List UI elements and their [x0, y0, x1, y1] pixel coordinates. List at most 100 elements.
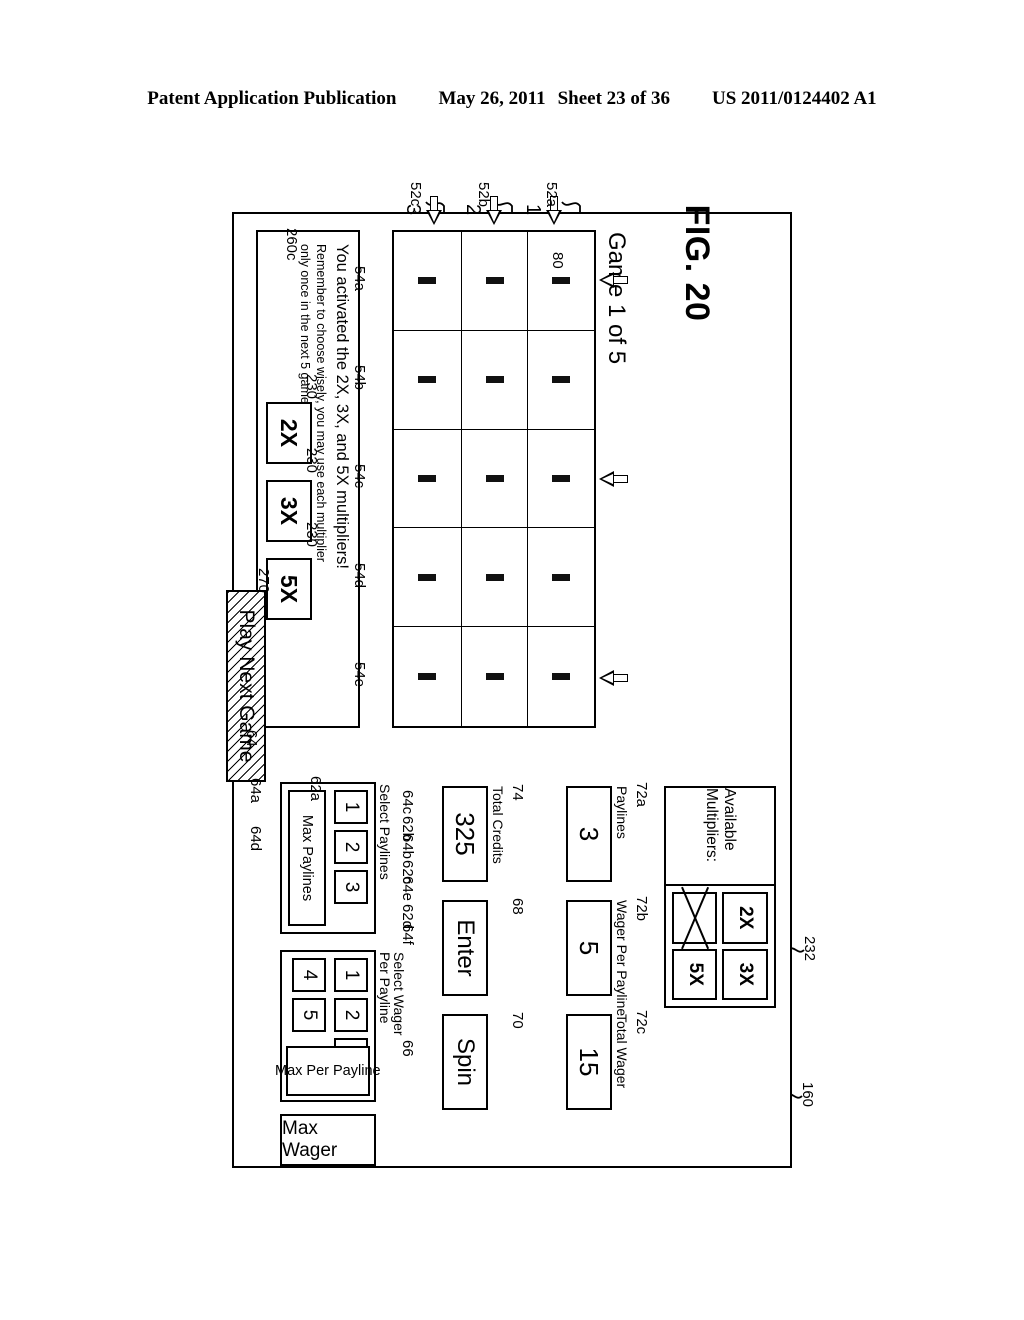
wager-per-payline-readout: Wager Per Payline 5 [566, 900, 630, 1016]
select-payline-button-2[interactable]: 2 [334, 830, 368, 864]
figure-label: FIG. 20 [678, 204, 716, 322]
ref-54b: 54b [351, 365, 368, 391]
reel-grid[interactable] [392, 230, 596, 728]
bar-symbol-icon [485, 474, 504, 482]
select-wager-label: Select Wager Per Payline [377, 952, 408, 1036]
bar-symbol-icon [485, 573, 504, 581]
bar-symbol-icon [552, 573, 571, 581]
ref-260c: 260c [283, 228, 300, 261]
wager-per-payline-readout-label: Wager Per Payline [614, 900, 630, 1017]
bar-symbol-icon [485, 673, 504, 681]
ref-68: 68 [509, 898, 526, 915]
reel-cell [527, 528, 594, 628]
ref-160: 160 [799, 1082, 816, 1108]
ref-232: 232 [801, 936, 818, 962]
reel-cell [527, 627, 594, 726]
ref-52b: 52b [475, 182, 492, 208]
ref-64b: 64b [399, 834, 416, 860]
max-wager-label: Max Wager [282, 1118, 338, 1161]
ref-64a: 64a [247, 778, 264, 804]
max-per-payline-button[interactable]: Max Per Payline [275, 1046, 381, 1096]
available-multiplier-5x: 5X [672, 948, 718, 1000]
total-wager-readout-label: Total Wager [614, 1014, 630, 1089]
message-headline: You activated the 2X, 3X, and 5X multipl… [333, 244, 351, 570]
play-next-game-button[interactable]: Play Next Game [226, 590, 266, 782]
total-credits-readout-label: Total Credits [490, 786, 506, 864]
ref-74: 74 [509, 784, 526, 801]
ref-64e: 64e [399, 876, 416, 902]
ref-54e: 54e [351, 662, 368, 688]
select-wager-label-line1: Select Wager [391, 952, 408, 1036]
ref-66: 66 [399, 1040, 416, 1057]
ref-230-c: 230 [303, 522, 320, 548]
bar-symbol-icon [552, 673, 571, 681]
ref-54d: 54d [351, 563, 368, 589]
reel-cell [394, 232, 461, 331]
bar-symbol-icon [418, 277, 437, 285]
ref-52c: 52c [407, 182, 424, 207]
bar-symbol-icon [552, 376, 571, 384]
select-paylines-group: Select Paylines 1 2 3 Max Paylines [280, 782, 393, 934]
ref-64d: 64d [247, 826, 264, 852]
ref-230-a: 230 [303, 374, 320, 400]
reel-cell [394, 627, 461, 726]
payline-arrow-icon [426, 196, 442, 226]
bar-symbol-icon [552, 277, 571, 285]
ref-64f: 64f [399, 924, 416, 945]
select-payline-button-3[interactable]: 3 [334, 870, 368, 904]
bar-symbol-icon [418, 673, 437, 681]
select-payline-button-1[interactable]: 1 [334, 790, 368, 824]
bar-symbol-icon [552, 474, 571, 482]
reel-cell [460, 232, 528, 331]
ref-72a: 72a [633, 782, 650, 808]
total-credits-readout: Total Credits 325 [442, 786, 506, 882]
select-wager-button-5[interactable]: 5 [292, 998, 326, 1032]
paylines-readout: Paylines 3 [566, 786, 630, 882]
reel-column-arrow-icon [598, 471, 628, 487]
available-multipliers-panel: Available Multipliers: 2X 3X 5X [664, 786, 776, 1008]
ref-72c: 72c [633, 1010, 650, 1035]
reel-column-arrow-icon [598, 670, 628, 686]
ref-64: 64 [243, 730, 260, 747]
select-wager-button-2[interactable]: 2 [334, 998, 368, 1032]
reel-cell [460, 528, 528, 628]
ref-52a: 52a [543, 182, 560, 208]
bar-symbol-icon [418, 376, 437, 384]
reel-cell [527, 232, 594, 331]
reel-column-arrow-icon [598, 272, 628, 288]
publication-date: May 26, 2011 [438, 88, 546, 109]
ref-54a: 54a [351, 266, 368, 292]
ref-64c: 64c [399, 790, 416, 815]
paylines-readout-value: 3 [566, 786, 612, 882]
publication-header: Patent Application Publication May 26, 20… [0, 88, 1024, 110]
paylines-readout-label: Paylines [614, 786, 630, 839]
reel-cell [527, 330, 594, 430]
multiplier-button-5x[interactable]: 5X [266, 558, 312, 620]
available-multiplier-used-slot [672, 892, 718, 944]
reel-cell [394, 429, 461, 529]
reel-cell [394, 330, 461, 430]
reel-cell [460, 330, 528, 430]
max-wager-button[interactable]: Max Wager [280, 1114, 376, 1166]
max-paylines-button[interactable]: Max Paylines [288, 790, 326, 926]
message-window: You activated the 2X, 3X, and 5X multipl… [226, 230, 360, 782]
bar-symbol-icon [485, 277, 504, 285]
ref-80: 80 [549, 252, 566, 269]
spin-button[interactable]: Spin [442, 1014, 488, 1110]
ref-72b: 72b [633, 896, 650, 922]
select-paylines-label: Select Paylines [377, 784, 394, 880]
available-multiplier-3x: 3X [722, 948, 768, 1000]
payline-number: 1 [522, 204, 544, 216]
select-wager-button-1[interactable]: 1 [334, 958, 368, 992]
ref-230-b: 230 [303, 448, 320, 474]
sheet-number: Sheet 23 of 36 [557, 88, 670, 109]
publication-title: Patent Application Publication [147, 88, 397, 109]
ref-54c: 54c [351, 464, 368, 489]
bar-symbol-icon [418, 474, 437, 482]
patent-number: US 2011/0124402 A1 [711, 88, 877, 109]
ref-270: 270 [255, 568, 272, 594]
enter-button[interactable]: Enter [442, 900, 488, 996]
reel-cell [460, 627, 528, 726]
available-multipliers-label: Available Multipliers: [666, 788, 774, 886]
select-wager-button-4[interactable]: 4 [292, 958, 326, 992]
